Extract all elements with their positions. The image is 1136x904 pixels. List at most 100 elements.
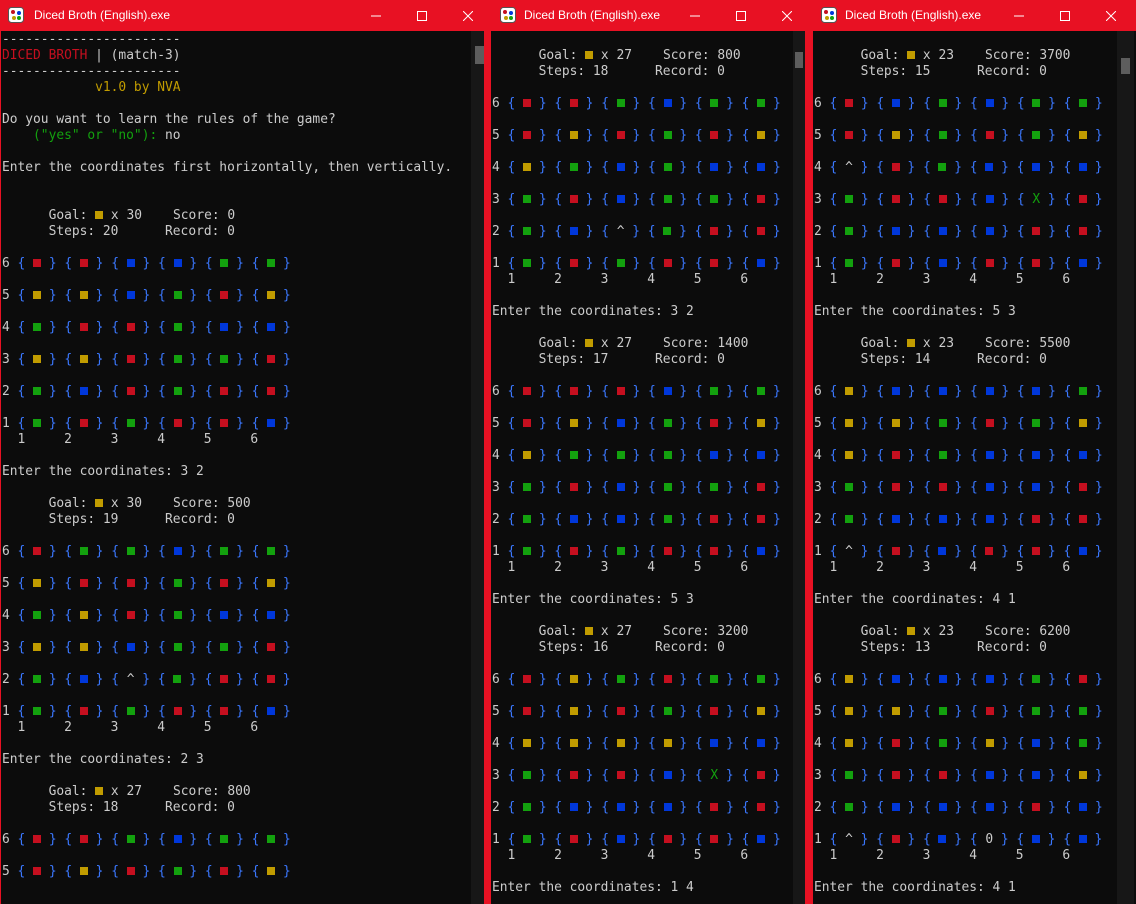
- bracket-close: }: [585, 480, 594, 495]
- scrollbar-thumb[interactable]: [1121, 58, 1130, 74]
- cell-red: [523, 707, 532, 715]
- maximize-button[interactable]: [1042, 0, 1088, 31]
- cell-red: [523, 131, 532, 139]
- cell-blu: [616, 803, 625, 811]
- steps-value: 13: [914, 640, 931, 655]
- bracket-close: }: [1001, 768, 1010, 783]
- cell-red: [710, 707, 719, 715]
- bracket-close: }: [772, 448, 781, 463]
- cell-blu: [1078, 547, 1087, 555]
- bracket-open: {: [204, 576, 213, 591]
- record-label: Record:: [655, 640, 710, 655]
- minimize-button[interactable]: [672, 0, 718, 31]
- minimize-button[interactable]: [353, 0, 399, 31]
- cell-blu: [616, 515, 625, 523]
- title-bar[interactable]: Diced Broth (English).exe: [484, 0, 806, 31]
- bracket-close: }: [679, 96, 688, 111]
- record-label: Record:: [655, 352, 710, 367]
- maximize-button[interactable]: [399, 0, 445, 31]
- board-row: 3 { } { } { } { } { } { }: [492, 480, 781, 496]
- board-row: 4 { } { } { } { } { } { }: [492, 448, 781, 464]
- bracket-open: {: [922, 544, 931, 559]
- bracket-close: }: [679, 832, 688, 847]
- goal-label: Goal:: [48, 784, 88, 799]
- row-number: 6: [492, 672, 500, 687]
- bracket-open: {: [204, 352, 213, 367]
- bracket-close: }: [726, 96, 734, 111]
- scrollbar-thumb[interactable]: [475, 46, 484, 64]
- bracket-open: {: [829, 768, 838, 783]
- cell-grn: [523, 835, 532, 843]
- title-bar[interactable]: Diced Broth (English).exe: [806, 0, 1136, 31]
- bracket-open: {: [158, 384, 166, 399]
- bracket-open: {: [876, 448, 885, 463]
- line-text: Enter the coordinates: 1 4: [492, 880, 694, 895]
- row-number: 3: [2, 640, 10, 655]
- cell-red: [1032, 227, 1041, 235]
- bracket-close: }: [48, 608, 57, 623]
- bracket-open: {: [648, 544, 656, 559]
- cell-blu: [891, 675, 900, 683]
- minimize-button[interactable]: [996, 0, 1042, 31]
- line-text: Do you want to learn the rules of the ga…: [2, 112, 336, 127]
- bracket-open: {: [829, 704, 838, 719]
- bracket-close: }: [1000, 832, 1009, 847]
- console-line: Steps: 17 Record: 0: [492, 352, 781, 368]
- close-button[interactable]: [445, 0, 484, 31]
- bracket-open: {: [507, 256, 516, 271]
- bracket-close: }: [1001, 416, 1010, 431]
- bracket-open: {: [554, 128, 563, 143]
- row-number: 1: [814, 832, 822, 847]
- cell-caret: ^: [616, 224, 625, 239]
- bracket-open: {: [204, 704, 213, 719]
- bracket-open: {: [648, 832, 656, 847]
- bracket-open: {: [1016, 512, 1025, 527]
- bracket-close: }: [632, 160, 641, 175]
- bracket-open: {: [648, 768, 656, 783]
- cell-grn: [1079, 707, 1088, 715]
- cell-blu: [985, 387, 994, 395]
- bracket-open: {: [970, 800, 978, 815]
- prompt-answer: no: [157, 128, 181, 143]
- cell-red: [33, 835, 42, 843]
- bracket-close: }: [1048, 704, 1056, 719]
- close-button[interactable]: [764, 0, 806, 31]
- bracket-close: }: [632, 448, 641, 463]
- bracket-close: }: [282, 608, 291, 623]
- scrollbar[interactable]: [471, 31, 484, 904]
- row-number: 1: [2, 416, 10, 431]
- bracket-close: }: [585, 128, 594, 143]
- cell-red: [985, 259, 994, 267]
- goal-color-swatch: [95, 787, 104, 795]
- cell-grn: [710, 195, 719, 203]
- scrollbar[interactable]: [1117, 31, 1134, 904]
- cell-blu: [985, 195, 994, 203]
- bracket-close: }: [726, 832, 734, 847]
- bracket-close: }: [772, 768, 781, 783]
- scrollbar-thumb[interactable]: [795, 52, 803, 68]
- column-axis: 1 2 3 4 5 6: [814, 560, 1071, 575]
- scrollbar[interactable]: [793, 31, 805, 904]
- bracket-open: {: [923, 96, 931, 111]
- board-row: 5 { } { } { } { } { } { }: [492, 416, 781, 432]
- cell-blu: [267, 707, 276, 715]
- maximize-icon: [736, 11, 746, 22]
- cell-blu: [220, 611, 229, 619]
- cell-blu: [757, 835, 766, 843]
- close-button[interactable]: [1088, 0, 1134, 31]
- score-value: 800: [717, 48, 741, 63]
- title-bar[interactable]: Diced Broth (English).exe: [0, 0, 484, 31]
- maximize-icon: [417, 11, 427, 22]
- bracket-open: {: [970, 672, 978, 687]
- bracket-open: {: [741, 704, 750, 719]
- cell-red: [569, 387, 578, 395]
- row-number: 6: [814, 672, 822, 687]
- bracket-close: }: [1094, 448, 1103, 463]
- close-icon: [781, 10, 793, 22]
- console-line: Steps: 14 Record: 0: [814, 352, 1103, 368]
- maximize-button[interactable]: [718, 0, 764, 31]
- bracket-close: }: [142, 832, 151, 847]
- cell-yel: [33, 643, 42, 651]
